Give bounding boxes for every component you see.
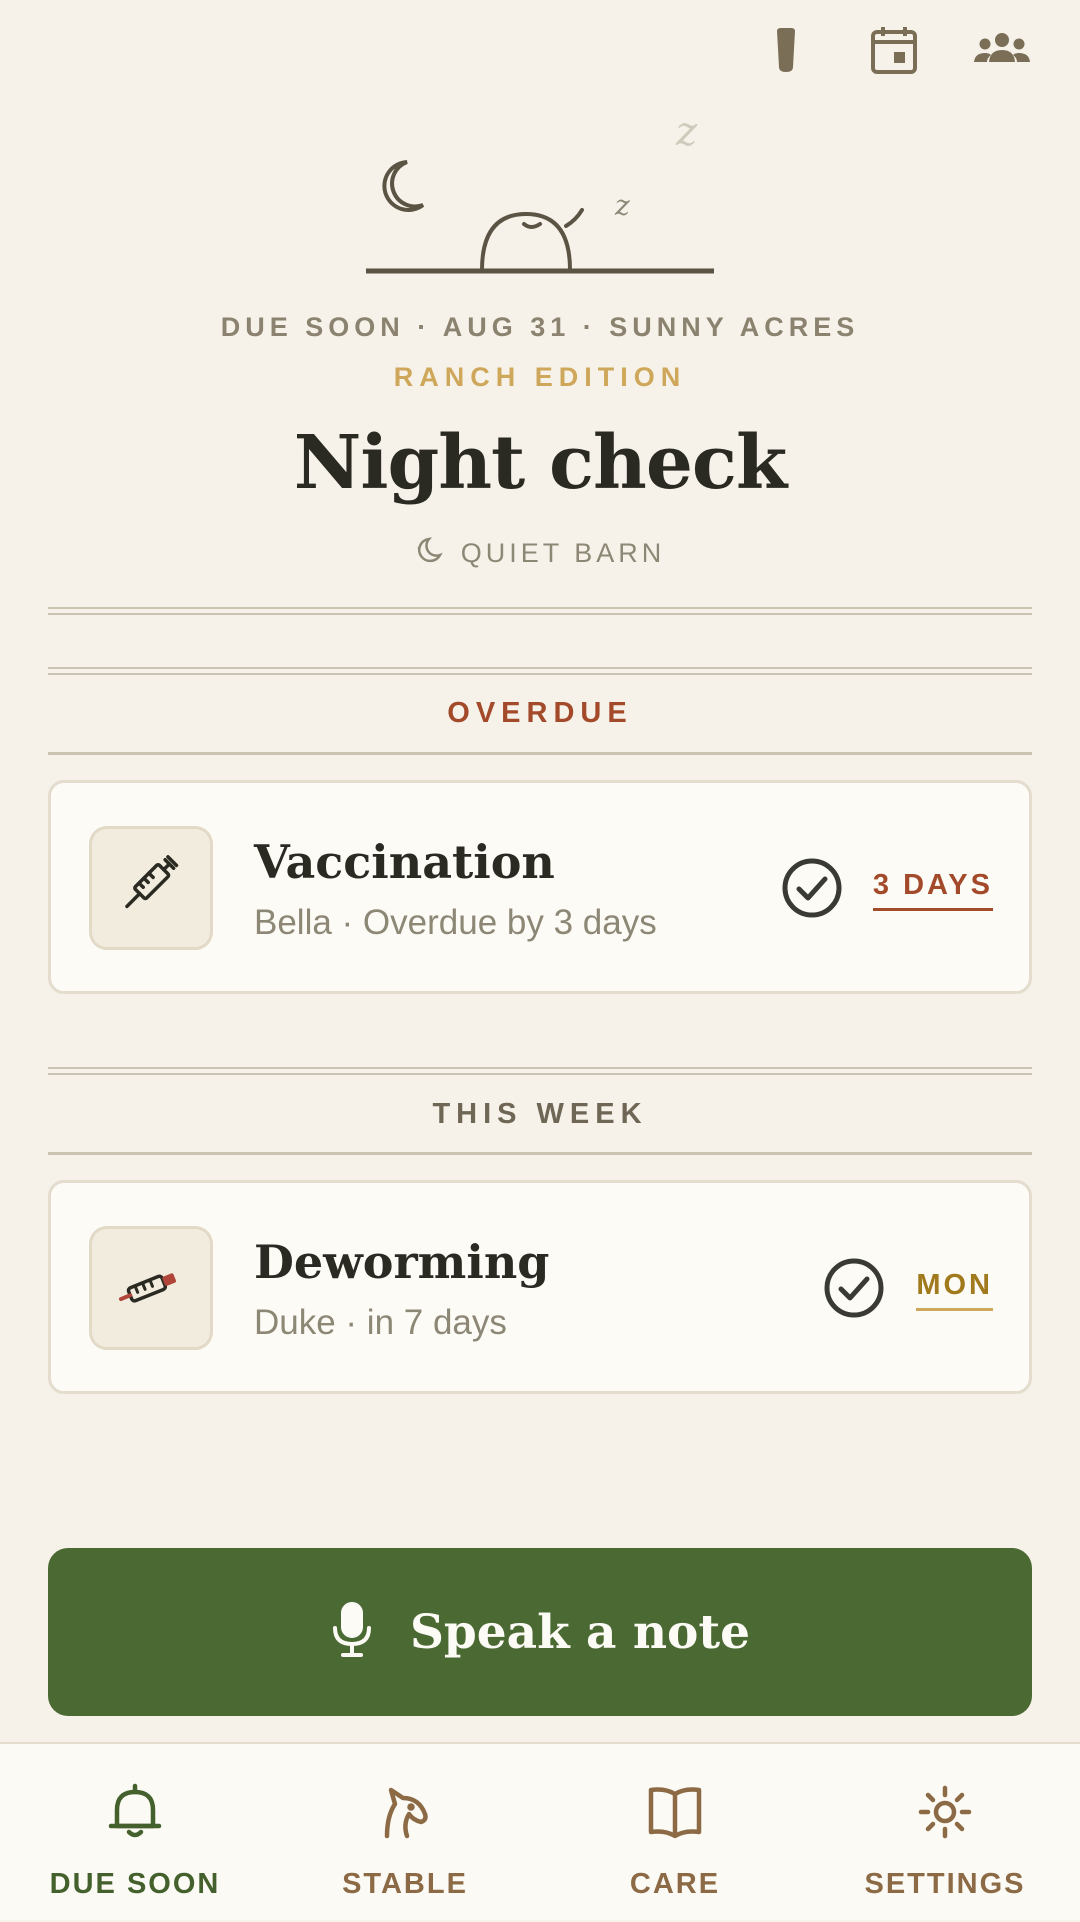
speak-note-label: Speak a note xyxy=(409,1604,751,1660)
section-this-week-label: THIS WEEK xyxy=(432,1098,648,1130)
edition-label: RANCH EDITION xyxy=(393,362,687,392)
task-title: Vaccination xyxy=(254,835,555,889)
mark-done-button[interactable] xyxy=(822,1256,886,1320)
sleeping-animal-illustration xyxy=(480,208,584,272)
section-overdue-label: OVERDUE xyxy=(447,697,633,729)
syringe-icon xyxy=(89,826,213,950)
nav-care[interactable]: CARE xyxy=(540,1744,810,1922)
mood-row: QUIET BARN xyxy=(0,536,1080,571)
task-subtitle: Bella · Overdue by 3 days xyxy=(254,903,657,942)
snore-z-large: z xyxy=(675,109,698,155)
bell-icon xyxy=(103,1780,167,1844)
section-divider xyxy=(48,752,1032,755)
nav-label: STABLE xyxy=(342,1868,468,1900)
task-subtitle: Duke · in 7 days xyxy=(254,1303,507,1342)
divider xyxy=(48,607,1032,615)
task-card-vaccination[interactable]: Vaccination Bella · Overdue by 3 days 3 … xyxy=(48,780,1032,994)
gear-icon xyxy=(913,1780,977,1844)
people-icon[interactable] xyxy=(972,20,1032,80)
nav-label: CARE xyxy=(629,1868,721,1900)
page-title: Night check xyxy=(293,420,788,506)
book-icon xyxy=(643,1780,707,1844)
due-badge[interactable]: 3 DAYS xyxy=(872,869,993,911)
moon-icon xyxy=(415,536,443,571)
nav-label: SETTINGS xyxy=(864,1868,1026,1900)
due-badge[interactable]: MON xyxy=(916,1269,993,1311)
due-summary: DUE SOON · AUG 31 · SUNNY ACRES xyxy=(220,312,860,342)
section-divider xyxy=(48,667,1032,675)
sleeping-barn-illustration: z z xyxy=(0,100,1080,290)
dewormer-icon xyxy=(89,1226,213,1350)
horse-head-icon xyxy=(373,1780,437,1844)
nav-stable[interactable]: STABLE xyxy=(270,1744,540,1922)
calendar-icon[interactable] xyxy=(864,20,924,80)
task-card-deworming[interactable]: Deworming Duke · in 7 days MON xyxy=(48,1180,1032,1394)
bottom-nav: DUE SOON STABLE CARE SETTINGS xyxy=(0,1742,1080,1920)
nav-due-soon[interactable]: DUE SOON xyxy=(0,1744,270,1922)
section-divider xyxy=(48,1152,1032,1155)
top-bar xyxy=(0,0,1080,100)
flashlight-icon[interactable] xyxy=(756,20,816,80)
nav-label: DUE SOON xyxy=(49,1868,221,1900)
section-divider xyxy=(48,1067,1032,1075)
mood-label: QUIET BARN xyxy=(460,538,666,568)
microphone-icon xyxy=(330,1601,374,1663)
moon-illustration xyxy=(382,160,425,212)
snore-z-small: z xyxy=(614,189,630,222)
nav-settings[interactable]: SETTINGS xyxy=(810,1744,1080,1922)
task-title: Deworming xyxy=(254,1235,550,1289)
mark-done-button[interactable] xyxy=(780,856,844,920)
speak-note-button[interactable]: Speak a note xyxy=(48,1548,1032,1716)
